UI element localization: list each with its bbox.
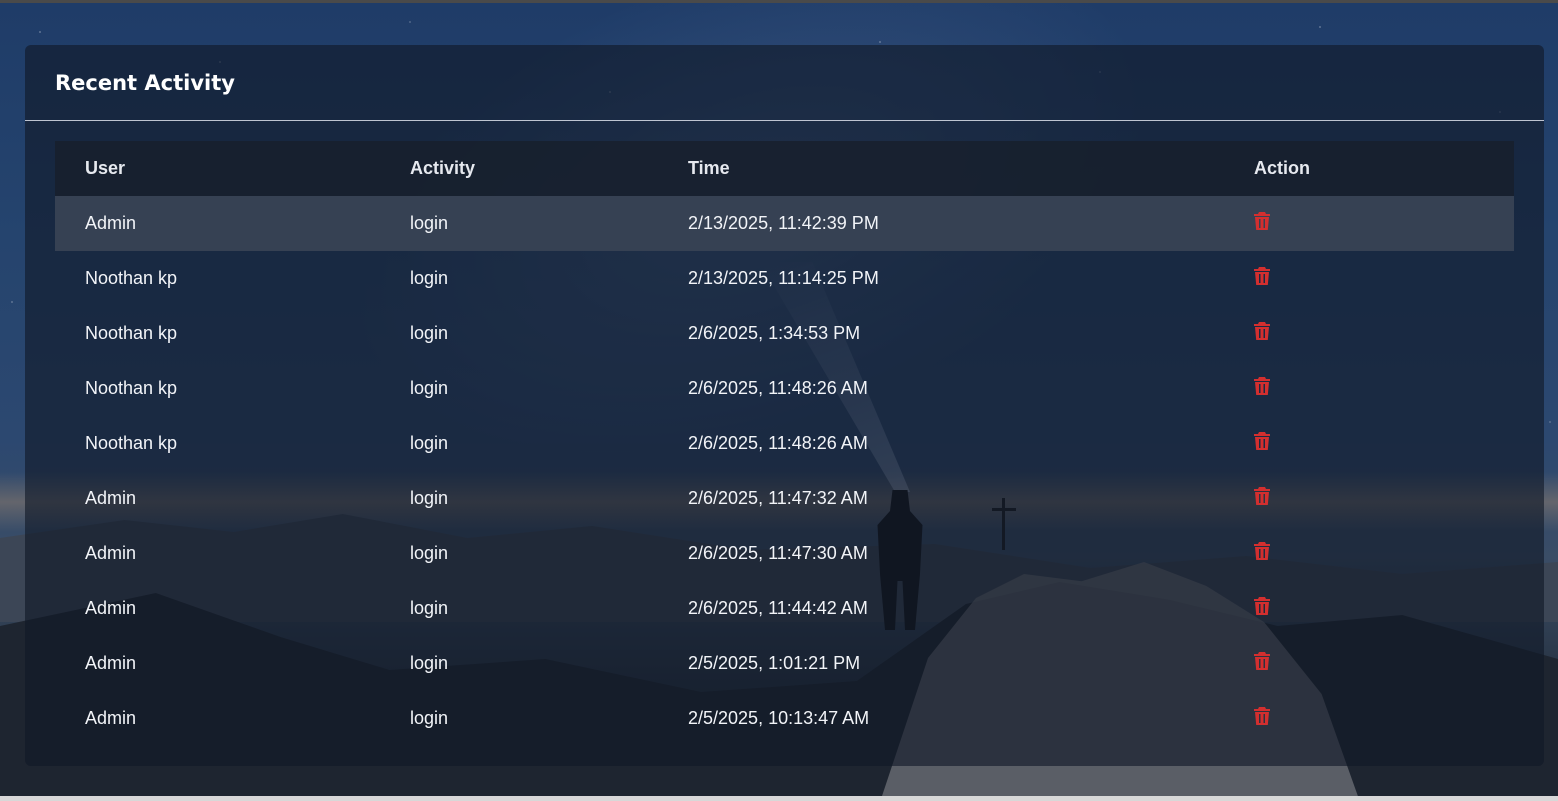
table-row: Noothan kp login 2/6/2025, 11:48:26 AM [55,416,1514,471]
table-row: Noothan kp login 2/6/2025, 1:34:53 PM [55,306,1514,361]
cell-time: 2/6/2025, 1:34:53 PM [688,323,861,343]
cell-activity: login [410,323,449,343]
table-row: Admin login 2/6/2025, 11:47:30 AM [55,526,1514,581]
cell-time: 2/6/2025, 11:47:32 AM [688,488,868,508]
cell-user: Noothan kp [85,268,178,288]
cell-user: Admin [85,598,137,618]
cell-action [1254,707,1514,730]
trash-icon[interactable] [1254,267,1270,285]
table-row: Noothan kp login 2/6/2025, 11:48:26 AM [55,361,1514,416]
table-row: Noothan kp login 2/13/2025, 11:14:25 PM [55,251,1514,306]
cell-action [1254,267,1514,290]
cell-time: 2/6/2025, 11:47:30 AM [688,543,868,563]
trash-icon[interactable] [1254,652,1270,670]
trash-icon[interactable] [1254,322,1270,340]
cell-time: 2/6/2025, 11:44:42 AM [688,598,868,618]
cell-user: Noothan kp [85,323,178,343]
cell-user: Admin [85,653,137,673]
cell-action [1254,377,1514,400]
recent-activity-card: Recent Activity User Activity Time Actio… [25,45,1544,766]
cell-user: Noothan kp [85,433,178,453]
cell-activity: login [410,268,449,288]
table-row: Admin login 2/5/2025, 10:13:47 AM [55,691,1514,746]
trash-icon[interactable] [1254,212,1270,230]
table-row: Admin login 2/13/2025, 11:42:39 PM [55,196,1514,251]
cell-activity: login [410,653,449,673]
trash-icon[interactable] [1254,542,1270,560]
cell-action [1254,432,1514,455]
column-header-action: Action [1254,158,1310,178]
cell-time: 2/6/2025, 11:48:26 AM [688,433,868,453]
cell-action [1254,212,1514,235]
cell-action [1254,322,1514,345]
trash-icon[interactable] [1254,487,1270,505]
cell-user: Admin [85,213,137,233]
cell-time: 2/13/2025, 11:14:25 PM [688,268,879,288]
column-header-activity: Activity [410,158,476,178]
cell-activity: login [410,543,449,563]
cell-user: Noothan kp [85,378,178,398]
cell-activity: login [410,433,449,453]
cell-user: Admin [85,488,137,508]
cell-action [1254,542,1514,565]
activity-table: User Activity Time Action Admin login 2/… [55,141,1514,746]
cell-activity: login [410,488,449,508]
cell-activity: login [410,598,449,618]
trash-icon[interactable] [1254,707,1270,725]
table-row: Admin login 2/6/2025, 11:44:42 AM [55,581,1514,636]
cell-activity: login [410,378,449,398]
column-header-time: Time [688,158,730,178]
cell-activity: login [410,708,449,728]
cell-time: 2/5/2025, 1:01:21 PM [688,653,861,673]
table-row: Admin login 2/5/2025, 1:01:21 PM [55,636,1514,691]
table-row: Admin login 2/6/2025, 11:47:32 AM [55,471,1514,526]
cell-user: Admin [85,708,137,728]
top-border [0,0,1558,3]
card-header: Recent Activity [25,45,1544,121]
column-header-user: User [85,158,126,178]
cell-action [1254,597,1514,620]
trash-icon[interactable] [1254,432,1270,450]
cell-action [1254,487,1514,510]
cell-user: Admin [85,543,137,563]
bottom-border [0,796,1558,801]
table-header-row: User Activity Time Action [55,141,1514,196]
cell-time: 2/13/2025, 11:42:39 PM [688,213,879,233]
trash-icon[interactable] [1254,377,1270,395]
cell-activity: login [410,213,449,233]
cell-action [1254,652,1514,675]
trash-icon[interactable] [1254,597,1270,615]
card-title: Recent Activity [55,70,235,95]
cell-time: 2/5/2025, 10:13:47 AM [688,708,870,728]
cell-time: 2/6/2025, 11:48:26 AM [688,378,868,398]
